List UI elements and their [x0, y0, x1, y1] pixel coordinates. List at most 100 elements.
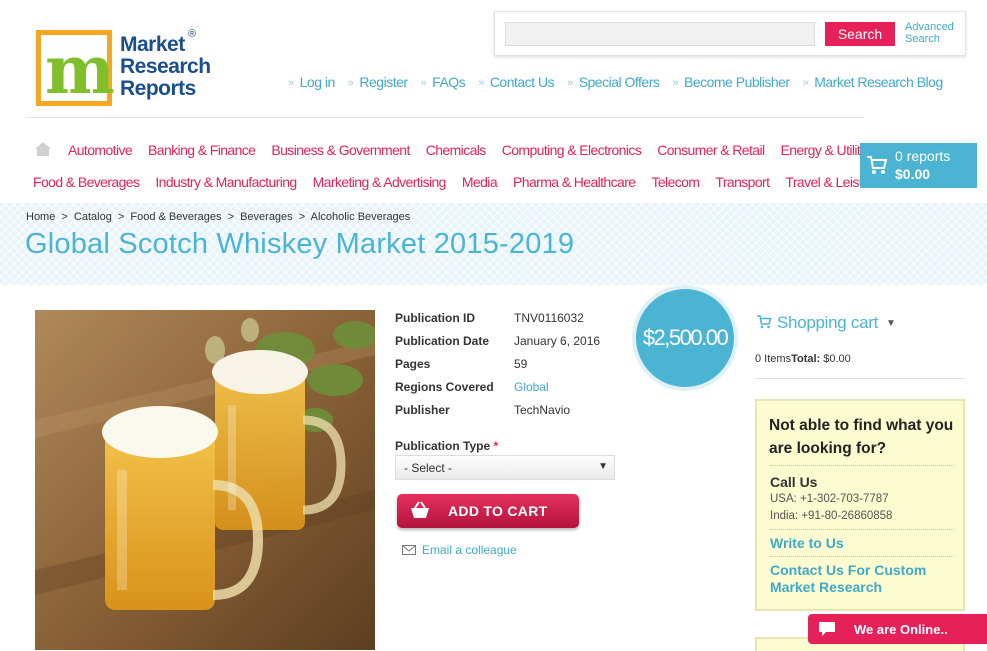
- write-to-us-link[interactable]: Write to Us: [770, 535, 844, 552]
- detail-label: Publication ID: [395, 311, 476, 325]
- site-logo[interactable]: m Market Research Reports ®: [36, 28, 216, 109]
- chat-bubble-icon: [818, 621, 836, 637]
- publication-type-select[interactable]: - Select - ▼: [395, 455, 615, 480]
- help-divider: [770, 465, 954, 466]
- nav-blog[interactable]: Market Research Blog: [803, 74, 943, 90]
- detail-label: Publication Date: [395, 334, 490, 348]
- cart-total-label: Total:: [791, 353, 821, 365]
- region-link[interactable]: Global: [514, 380, 549, 394]
- mini-cart-button[interactable]: 0 reports $0.00: [860, 143, 977, 188]
- advanced-search-line2: Search: [905, 33, 940, 45]
- help-box: Not able to find what you are looking fo…: [755, 399, 965, 611]
- email-colleague-link[interactable]: Email a colleague: [402, 543, 517, 557]
- category-marketing-advertising[interactable]: Marketing & Advertising: [313, 174, 447, 190]
- home-icon[interactable]: [34, 141, 52, 157]
- call-us-heading: Call Us: [770, 474, 818, 490]
- category-business-government[interactable]: Business & Government: [271, 142, 410, 158]
- add-to-cart-label: ADD TO CART: [448, 503, 548, 519]
- mail-icon: [402, 544, 416, 555]
- category-nav-row-1: Automotive Banking & Finance Business & …: [68, 142, 892, 158]
- price-badge: $2,500.00: [636, 289, 734, 387]
- breadcrumb-home[interactable]: Home: [26, 211, 55, 223]
- breadcrumb: Home > Catalog > Food & Beverages > Beve…: [26, 211, 410, 223]
- category-consumer-retail[interactable]: Consumer & Retail: [657, 142, 765, 158]
- help-divider: [770, 529, 954, 530]
- price: $2,500.00: [642, 325, 729, 350]
- category-nav-row-2: Food & Beverages Industry & Manufacturin…: [33, 174, 893, 190]
- logo-line-1: Market: [120, 33, 185, 56]
- add-to-cart-button[interactable]: ADD TO CART: [397, 494, 579, 528]
- nav-contact-us[interactable]: Contact Us: [478, 74, 555, 90]
- chat-label: We are Online..: [854, 622, 948, 637]
- publication-type-label: Publication Type *: [395, 439, 498, 453]
- email-colleague-label: Email a colleague: [422, 543, 517, 557]
- shopping-cart-title: Shopping cart: [777, 313, 879, 332]
- nav-register[interactable]: Register: [348, 74, 408, 90]
- cart-total-value: $0.00: [823, 353, 851, 365]
- publication-type-text: Publication Type: [395, 439, 491, 453]
- breadcrumb-separator: >: [227, 211, 235, 223]
- detail-value: TechNavio: [514, 403, 571, 417]
- custom-research-link[interactable]: Contact Us For Custom Market Research: [770, 562, 955, 596]
- breadcrumb-catalog[interactable]: Catalog: [74, 211, 112, 223]
- basket-icon: [409, 500, 431, 520]
- category-industry-manufacturing[interactable]: Industry & Manufacturing: [155, 174, 297, 190]
- category-automotive[interactable]: Automotive: [68, 142, 133, 158]
- cart-summary: 0 ItemsTotal: $0.00: [755, 353, 851, 365]
- breadcrumb-alcoholic-beverages[interactable]: Alcoholic Beverages: [311, 211, 411, 223]
- help-divider: [770, 556, 954, 557]
- phone-india: India: +91-80-26860858: [770, 510, 893, 522]
- nav-special-offers[interactable]: Special Offers: [567, 74, 660, 90]
- phone-usa: USA: +1-302-703-7787: [770, 493, 889, 505]
- top-nav: Log in Register FAQs Contact Us Special …: [288, 74, 956, 90]
- page-title: Global Scotch Whiskey Market 2015-2019: [25, 228, 575, 260]
- breadcrumb-food-beverages[interactable]: Food & Beverages: [130, 211, 221, 223]
- breadcrumb-separator: >: [61, 211, 68, 223]
- category-media[interactable]: Media: [462, 174, 498, 190]
- logo-wordmark: Market Research Reports: [120, 34, 211, 100]
- advanced-search-link[interactable]: Advanced Search: [905, 21, 954, 45]
- detail-value: TNV0116032: [514, 311, 584, 325]
- category-telecom[interactable]: Telecom: [651, 174, 700, 190]
- chevron-down-icon: ▼: [598, 461, 608, 472]
- breadcrumb-separator: >: [117, 211, 125, 223]
- detail-label: Regions Covered: [395, 380, 494, 394]
- shopping-cart-header[interactable]: Shopping cart ▼: [756, 313, 896, 333]
- cart-icon: [866, 155, 888, 175]
- nav-become-publisher[interactable]: Become Publisher: [672, 74, 790, 90]
- nav-faqs[interactable]: FAQs: [421, 74, 466, 90]
- detail-label: Publisher: [395, 403, 450, 417]
- logo-line-3: Reports: [120, 77, 196, 100]
- detail-label: Pages: [395, 357, 431, 371]
- help-title: Not able to find what you are looking fo…: [769, 417, 954, 457]
- category-chemicals[interactable]: Chemicals: [426, 142, 487, 158]
- mini-cart-count: 0 reports: [895, 148, 951, 164]
- category-pharma-healthcare[interactable]: Pharma & Healthcare: [513, 174, 636, 190]
- header-divider: [26, 117, 864, 118]
- detail-value: January 6, 2016: [514, 334, 601, 348]
- sidebar-divider: [755, 378, 965, 379]
- category-computing-electronics[interactable]: Computing & Electronics: [502, 142, 642, 158]
- logo-letter: m: [45, 31, 115, 109]
- product-image: [35, 310, 375, 650]
- cart-icon: [756, 314, 772, 329]
- logo-mark: m: [36, 30, 115, 109]
- live-chat-button[interactable]: We are Online..: [808, 614, 987, 644]
- search-panel: Search Advanced Search: [494, 11, 966, 56]
- caret-down-icon: ▼: [886, 318, 896, 329]
- logo-line-2: Research: [120, 55, 211, 78]
- search-button[interactable]: Search: [825, 22, 895, 46]
- category-transport[interactable]: Transport: [715, 174, 770, 190]
- registered-mark: ®: [188, 28, 197, 40]
- category-food-beverages[interactable]: Food & Beverages: [33, 174, 140, 190]
- nav-login[interactable]: Log in: [288, 74, 336, 90]
- advanced-search-line1: Advanced: [905, 21, 954, 33]
- select-value: - Select -: [404, 461, 453, 475]
- cart-items-count: 0 Items: [755, 353, 792, 365]
- breadcrumb-beverages[interactable]: Beverages: [240, 211, 293, 223]
- mini-cart-total: $0.00: [895, 166, 931, 182]
- breadcrumb-separator: >: [298, 211, 306, 223]
- required-mark: *: [493, 439, 499, 453]
- category-banking-finance[interactable]: Banking & Finance: [148, 142, 256, 158]
- search-input[interactable]: [505, 22, 815, 46]
